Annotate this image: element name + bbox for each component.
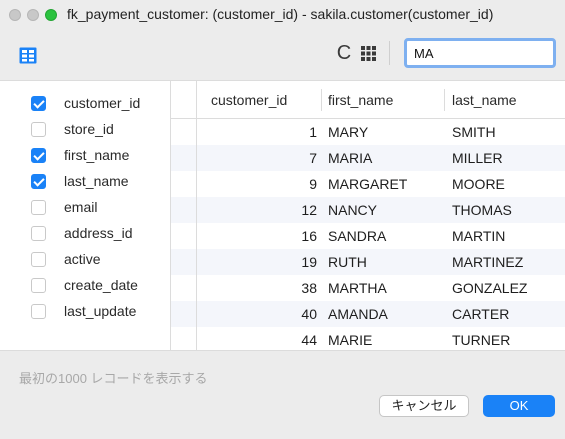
table-cell-last-name: THOMAS [452,202,512,218]
table-row[interactable]: 1 MARY SMITH [171,119,565,145]
field-checkbox[interactable] [31,96,46,111]
field-checkbox[interactable] [31,278,46,293]
field-item[interactable]: first_name [0,143,171,169]
toolbar: C [0,28,565,80]
table-cell-first-name: MARTHA [328,280,387,296]
table-cell-first-name: MARIE [328,332,373,348]
table-row[interactable]: 9 MARGARET MOORE [171,171,565,197]
table-cell-first-name: MARY [328,124,369,140]
field-checkbox[interactable] [31,122,46,137]
close-window-button[interactable] [9,9,21,21]
table-row[interactable]: 19 RUTH MARTINEZ [171,249,565,275]
field-item[interactable]: create_date [0,273,171,299]
field-checkbox[interactable] [31,252,46,267]
table-header: customer_id first_name last_name [171,81,565,119]
table-row[interactable]: 38 MARTHA GONZALEZ [171,275,565,301]
ok-button[interactable]: OK [483,395,555,417]
row-gutter-divider [196,301,197,327]
field-label: first_name [64,147,130,163]
minimize-window-button[interactable] [27,9,39,21]
window-title: fk_payment_customer: (customer_id) - sak… [67,6,494,22]
refresh-icon[interactable]: C [334,43,354,63]
table-cell-last-name: CARTER [452,306,510,322]
table-cell-first-name: SANDRA [328,228,387,244]
footer: 最初の1000 レコードを表示する キャンセル OK [0,350,565,439]
main-panel: customer_id store_id first_name last_nameem… [0,80,565,353]
cancel-button[interactable]: キャンセル [379,395,469,417]
field-item[interactable]: last_name [0,169,171,195]
column-header[interactable]: first_name [328,92,393,108]
table-cell-customer-id: 1 [309,124,317,140]
columns-grid-icon[interactable] [361,46,376,61]
table-cell-customer-id: 9 [309,176,317,192]
field-label: create_date [64,277,138,293]
table-cell-customer-id: 44 [301,332,317,348]
table-cell-first-name: RUTH [328,254,367,270]
table-cell-last-name: TURNER [452,332,511,348]
field-label: customer_id [64,95,141,111]
search-input[interactable] [404,38,556,68]
row-gutter-divider [196,145,197,171]
table-cell-customer-id: 19 [301,254,317,270]
record-limit-status: 最初の1000 レコードを表示する [19,371,208,386]
table-cell-first-name: NANCY [328,202,378,218]
table-cell-last-name: MARTIN [452,228,506,244]
row-gutter-divider [196,119,197,145]
field-checkbox[interactable] [31,304,46,319]
column-divider[interactable] [321,89,322,111]
field-item[interactable]: customer_id [0,91,171,117]
table-cell-customer-id: 40 [301,306,317,322]
field-checkbox[interactable] [31,200,46,215]
column-header[interactable]: customer_id [211,92,287,108]
field-checkbox[interactable] [31,226,46,241]
field-item[interactable]: email [0,195,171,221]
row-gutter-divider [196,249,197,275]
table-layout-icon[interactable] [19,47,37,64]
row-gutter-divider [196,275,197,301]
table-cell-customer-id: 7 [309,150,317,166]
table-cell-customer-id: 12 [301,202,317,218]
row-gutter-divider [196,81,197,119]
table-row[interactable]: 16 SANDRA MARTIN [171,223,565,249]
table-row[interactable]: 40 AMANDA CARTER [171,301,565,327]
table-cell-first-name: AMANDA [328,306,388,322]
field-item[interactable]: address_id [0,221,171,247]
field-label: address_id [64,225,133,241]
table-cell-customer-id: 38 [301,280,317,296]
field-label: last_update [64,303,137,319]
row-gutter-divider [196,171,197,197]
field-list: customer_id store_id first_name last_nameem… [0,81,171,351]
results-table: customer_id first_name last_name 1 MARY SMIT… [171,81,565,353]
zoom-window-button[interactable] [45,9,57,21]
table-cell-last-name: MARTINEZ [452,254,524,270]
table-cell-last-name: MILLER [452,150,503,166]
toolbar-divider [389,41,390,65]
table-row[interactable]: 7 MARIA MILLER [171,145,565,171]
field-item[interactable]: last_update [0,299,171,325]
field-item[interactable]: active [0,247,171,273]
title-bar: fk_payment_customer: (customer_id) - sak… [0,0,565,28]
table-cell-last-name: SMITH [452,124,496,140]
field-checkbox[interactable] [31,174,46,189]
field-label: email [64,199,98,215]
row-gutter-divider [196,223,197,249]
row-gutter-divider [196,197,197,223]
table-cell-first-name: MARIA [328,150,373,166]
column-divider[interactable] [444,89,445,111]
field-label: store_id [64,121,114,137]
table-row[interactable]: 12 NANCY THOMAS [171,197,565,223]
field-label: active [64,251,101,267]
column-header[interactable]: last_name [452,92,517,108]
table-cell-last-name: MOORE [452,176,505,192]
table-cell-first-name: MARGARET [328,176,408,192]
field-checkbox[interactable] [31,148,46,163]
field-item[interactable]: store_id [0,117,171,143]
table-cell-last-name: GONZALEZ [452,280,528,296]
field-label: last_name [64,173,129,189]
table-cell-customer-id: 16 [301,228,317,244]
